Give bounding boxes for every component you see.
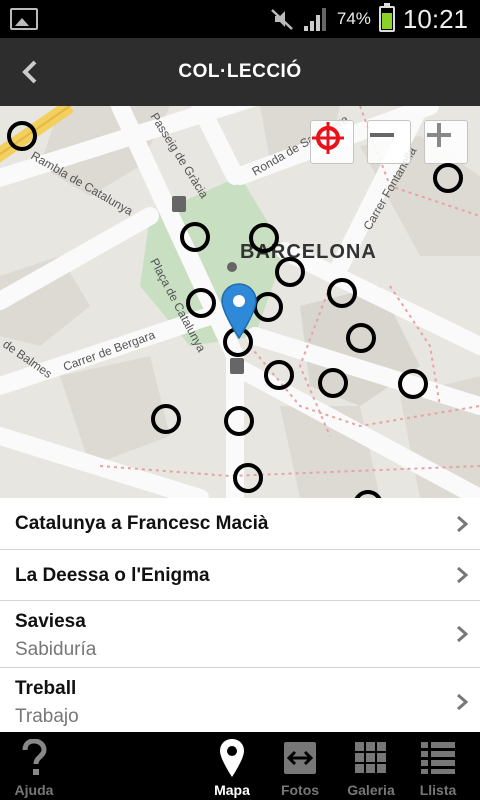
- battery-percent: 74%: [336, 9, 371, 28]
- list-item-title: Treball: [15, 678, 77, 699]
- map-pin-icon[interactable]: [220, 282, 258, 340]
- list-icon: [421, 742, 455, 774]
- chevron-right-icon: [457, 566, 468, 584]
- grid-icon: [355, 742, 386, 773]
- nav-label: Ajuda: [14, 782, 54, 798]
- battery-level: [381, 12, 392, 29]
- nav-item-llista[interactable]: Llista: [404, 732, 472, 800]
- map-poi-marker[interactable]: [433, 163, 463, 193]
- list-item-subtitle: Trabajo: [15, 706, 79, 727]
- map-poi-marker[interactable]: [398, 369, 428, 399]
- clock: 10:21: [402, 3, 468, 34]
- nav-item-ajuda[interactable]: Ajuda: [0, 732, 68, 800]
- map-poi-marker[interactable]: [264, 360, 294, 390]
- bottom-navigation: Ajuda Mapa Fotos Galeria Llista: [0, 732, 480, 800]
- map-poi-marker[interactable]: [7, 121, 37, 151]
- map-poi-marker[interactable]: [275, 257, 305, 287]
- list-item[interactable]: La Deessa o l'Enigma: [0, 550, 480, 601]
- help-icon: [22, 739, 47, 775]
- list-item-title: Saviesa: [15, 611, 86, 632]
- locate-icon: [312, 122, 344, 154]
- nav-label: Fotos: [280, 782, 320, 798]
- chevron-left-icon: [22, 60, 37, 84]
- collection-list: Catalunya a Francesc Macià La Deessa o l…: [0, 498, 480, 732]
- nav-item-fotos[interactable]: Fotos: [266, 732, 334, 800]
- map-view[interactable]: Rambla de Catalunya Passeig de Gràcia Ro…: [0, 106, 480, 498]
- nav-item-galeria[interactable]: Galeria: [337, 732, 405, 800]
- nav-item-mapa[interactable]: Mapa: [198, 732, 266, 800]
- list-item-subtitle: Sabiduría: [15, 639, 97, 660]
- map-poi-marker[interactable]: [249, 223, 279, 253]
- map-poi-marker[interactable]: [224, 406, 254, 436]
- map-poi-marker[interactable]: [327, 278, 357, 308]
- zoom-in-button[interactable]: [424, 120, 468, 164]
- map-poi-marker[interactable]: [180, 222, 210, 252]
- map-poi-marker[interactable]: [151, 404, 181, 434]
- battery-icon: [378, 3, 395, 32]
- map-poi-marker[interactable]: [346, 323, 376, 353]
- zoom-in-icon: [427, 123, 451, 147]
- status-bar: 74% 10:21: [0, 0, 480, 38]
- map-poi-marker[interactable]: [186, 288, 216, 318]
- nav-label: Llista: [419, 782, 457, 798]
- page-title: COL·LECCIÓ: [178, 61, 302, 82]
- back-button[interactable]: [0, 38, 60, 106]
- list-item[interactable]: Catalunya a Francesc Macià: [0, 498, 480, 550]
- map-pin-icon: [220, 739, 244, 777]
- nav-label: Galeria: [347, 782, 395, 798]
- list-item[interactable]: Saviesa Sabiduría: [0, 601, 480, 668]
- locate-button[interactable]: [310, 120, 354, 164]
- list-item-title: Catalunya a Francesc Macià: [15, 513, 269, 534]
- map-poi-marker[interactable]: [318, 368, 348, 398]
- nav-label: Mapa: [214, 782, 250, 798]
- swap-icon: [284, 742, 316, 774]
- list-item-title: La Deessa o l'Enigma: [15, 565, 210, 586]
- zoom-out-button[interactable]: [367, 120, 411, 164]
- chevron-right-icon: [457, 515, 468, 532]
- list-item[interactable]: Treball Trabajo: [0, 668, 480, 732]
- chevron-right-icon: [457, 625, 468, 643]
- zoom-out-icon: [370, 133, 394, 137]
- mute-icon: [271, 9, 293, 30]
- picture-icon: [10, 8, 38, 30]
- signal-icon: [303, 8, 326, 31]
- chevron-right-icon: [457, 693, 468, 710]
- map-poi-marker[interactable]: [233, 463, 263, 493]
- action-bar: COL·LECCIÓ: [0, 38, 480, 106]
